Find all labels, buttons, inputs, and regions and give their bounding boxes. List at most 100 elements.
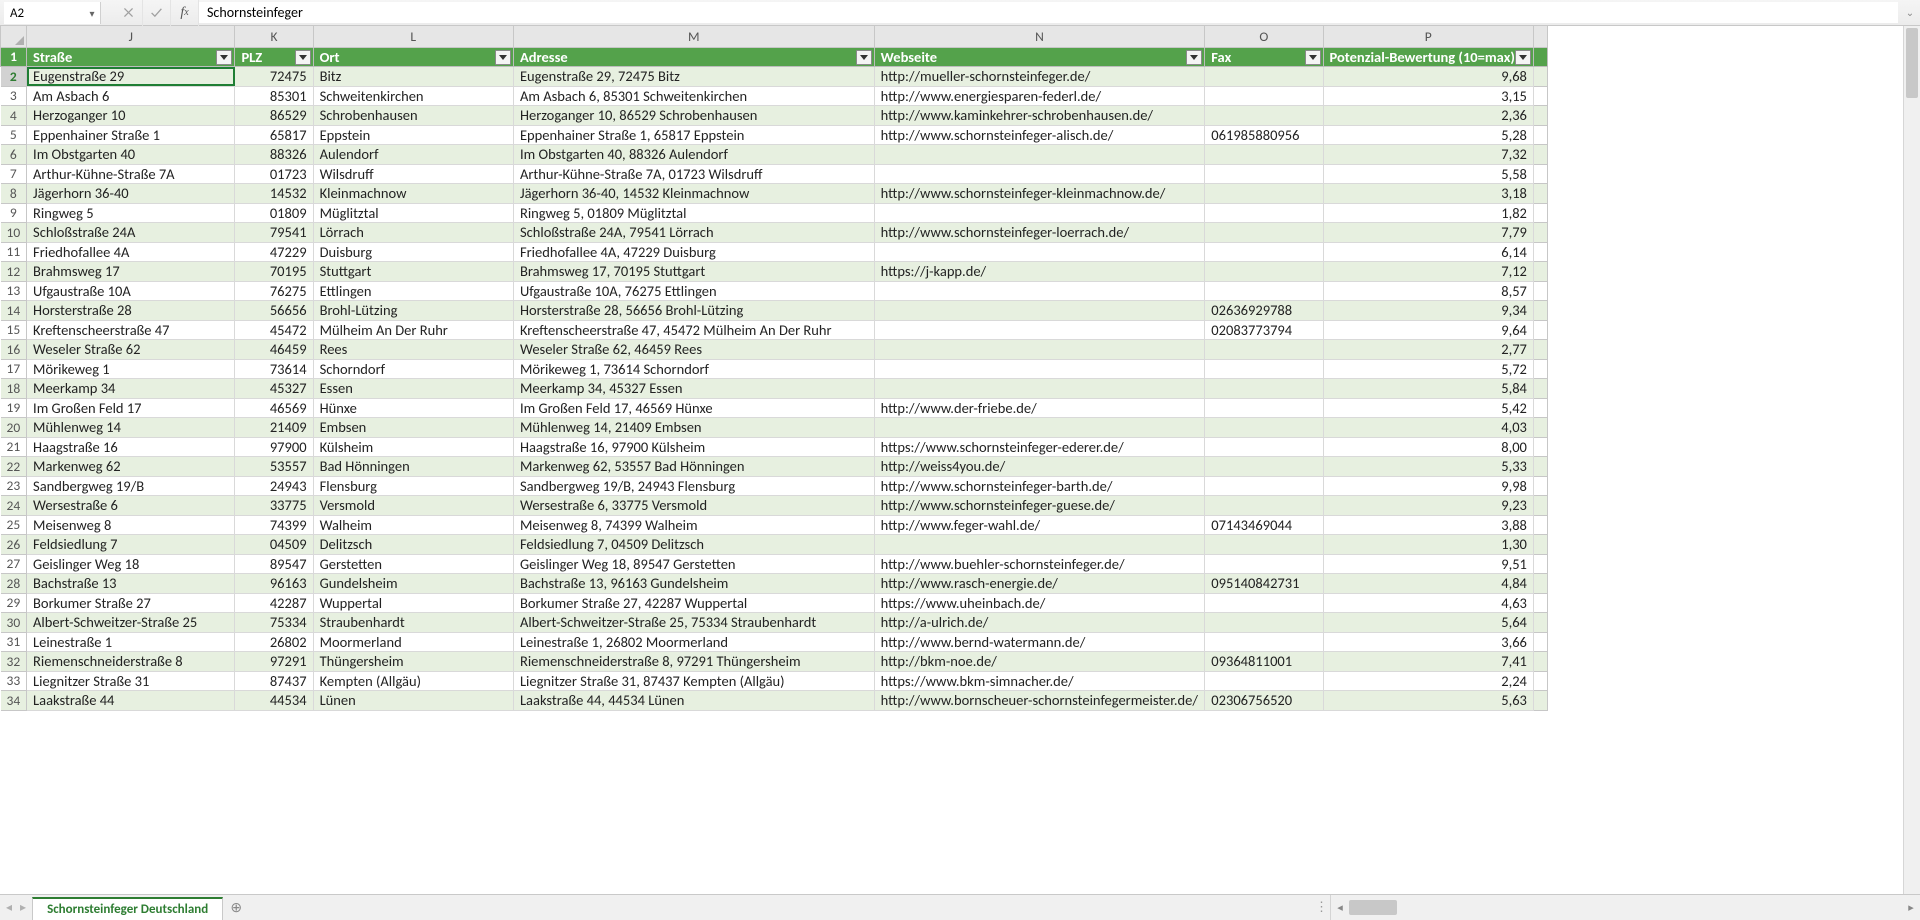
row-header-13[interactable]: 13: [1, 281, 27, 301]
cell-ort[interactable]: Brohl-Lützing: [313, 301, 513, 321]
cell-webseite[interactable]: http://www.energiesparen-federl.de/: [874, 86, 1205, 106]
cell-plz[interactable]: 65817: [235, 125, 313, 145]
table-row[interactable]: 29Borkumer Straße 2742287WuppertalBorkum…: [1, 593, 1548, 613]
cell-ort[interactable]: Bad Hönningen: [313, 457, 513, 477]
hscroll-right[interactable]: ▸: [1902, 895, 1920, 920]
filter-button-K[interactable]: [295, 50, 311, 65]
table-row[interactable]: 25Meisenweg 874399WalheimMeisenweg 8, 74…: [1, 515, 1548, 535]
table-row[interactable]: 31Leinestraße 126802MoormerlandLeinestra…: [1, 632, 1548, 652]
hscroll-thumb[interactable]: [1349, 900, 1397, 915]
cell-strasse[interactable]: Meisenweg 8: [27, 515, 235, 535]
cell-plz[interactable]: 76275: [235, 281, 313, 301]
cell-ort[interactable]: Walheim: [313, 515, 513, 535]
cell-fax[interactable]: 061985880956: [1205, 125, 1323, 145]
table-row[interactable]: 26Feldsiedlung 704509DelitzschFeldsiedlu…: [1, 535, 1548, 555]
cell-webseite[interactable]: [874, 281, 1205, 301]
row-header-26[interactable]: 26: [1, 535, 27, 555]
cell-fax[interactable]: [1205, 379, 1323, 399]
expand-formula-bar[interactable]: ⌄: [1900, 0, 1920, 25]
cell-adresse[interactable]: Markenweg 62, 53557 Bad Hönningen: [513, 457, 874, 477]
cell-strasse[interactable]: Geislinger Weg 18: [27, 554, 235, 574]
cell-ort[interactable]: Kempten (Allgäu): [313, 671, 513, 691]
row-header-31[interactable]: 31: [1, 632, 27, 652]
cell-potenzial[interactable]: 4,03: [1323, 418, 1533, 438]
hscroll-track[interactable]: [1349, 900, 1902, 915]
cell-ort[interactable]: Thüngersheim: [313, 652, 513, 672]
row-header-12[interactable]: 12: [1, 262, 27, 282]
cell-strasse[interactable]: Herzoganger 10: [27, 106, 235, 126]
cell-strasse[interactable]: Albert-Schweitzer-Straße 25: [27, 613, 235, 633]
table-row[interactable]: 20Mühlenweg 1421409EmbsenMühlenweg 14, 2…: [1, 418, 1548, 438]
cell-ort[interactable]: Straubenhardt: [313, 613, 513, 633]
column-header-P[interactable]: P: [1323, 26, 1533, 47]
cell-webseite[interactable]: https://www.uheinbach.de/: [874, 593, 1205, 613]
cell-webseite[interactable]: http://mueller-schornsteinfeger.de/: [874, 67, 1205, 87]
cell-adresse[interactable]: Wersestraße 6, 33775 Versmold: [513, 496, 874, 516]
cell-potenzial[interactable]: 7,79: [1323, 223, 1533, 243]
tab-nav-prev[interactable]: ◂: [6, 900, 12, 915]
table-row[interactable]: 32Riemenschneiderstraße 897291Thüngershe…: [1, 652, 1548, 672]
cell-fax[interactable]: [1205, 418, 1323, 438]
table-row[interactable]: 11Friedhofallee 4A47229DuisburgFriedhofa…: [1, 242, 1548, 262]
cell-strasse[interactable]: Arthur-Kühne-Straße 7A: [27, 164, 235, 184]
cell-plz[interactable]: 14532: [235, 184, 313, 204]
table-row[interactable]: 4Herzoganger 1086529SchrobenhausenHerzog…: [1, 106, 1548, 126]
cell-ort[interactable]: Duisburg: [313, 242, 513, 262]
cell-plz[interactable]: 96163: [235, 574, 313, 594]
cell-potenzial[interactable]: 9,34: [1323, 301, 1533, 321]
tab-nav-next[interactable]: ▸: [20, 900, 26, 915]
cancel-formula-button[interactable]: [115, 0, 143, 26]
cell-fax[interactable]: [1205, 613, 1323, 633]
row-header-5[interactable]: 5: [1, 125, 27, 145]
table-row[interactable]: 6Im Obstgarten 4088326AulendorfIm Obstga…: [1, 145, 1548, 165]
cell-ort[interactable]: Wilsdruff: [313, 164, 513, 184]
row-header-3[interactable]: 3: [1, 86, 27, 106]
cell-webseite[interactable]: http://www.bernd-watermann.de/: [874, 632, 1205, 652]
cell-strasse[interactable]: Wersestraße 6: [27, 496, 235, 516]
cell-adresse[interactable]: Leinestraße 1, 26802 Moormerland: [513, 632, 874, 652]
table-row[interactable]: 9Ringweg 501809MüglitztalRingweg 5, 0180…: [1, 203, 1548, 223]
cell-plz[interactable]: 45472: [235, 320, 313, 340]
cell-ort[interactable]: Moormerland: [313, 632, 513, 652]
cell-adresse[interactable]: Jägerhorn 36-40, 14532 Kleinmachnow: [513, 184, 874, 204]
cell-strasse[interactable]: Feldsiedlung 7: [27, 535, 235, 555]
cell-fax[interactable]: [1205, 671, 1323, 691]
cell-ort[interactable]: Gundelsheim: [313, 574, 513, 594]
cell-potenzial[interactable]: 5,64: [1323, 613, 1533, 633]
row-header-9[interactable]: 9: [1, 203, 27, 223]
cell-plz[interactable]: 70195: [235, 262, 313, 282]
filter-button-O[interactable]: [1305, 50, 1321, 65]
cell-ort[interactable]: Rees: [313, 340, 513, 360]
horizontal-scrollbar[interactable]: ◂ ▸: [1330, 895, 1920, 920]
cell-webseite[interactable]: [874, 320, 1205, 340]
cell-fax[interactable]: [1205, 67, 1323, 87]
column-header-L[interactable]: L: [313, 26, 513, 47]
cell-fax[interactable]: [1205, 476, 1323, 496]
cell-plz[interactable]: 04509: [235, 535, 313, 555]
insert-function-button[interactable]: fx: [171, 0, 199, 26]
row-header-4[interactable]: 4: [1, 106, 27, 126]
cell-potenzial[interactable]: 6,14: [1323, 242, 1533, 262]
cell-fax[interactable]: [1205, 145, 1323, 165]
cell-adresse[interactable]: Kreftenscheerstraße 47, 45472 Mülheim An…: [513, 320, 874, 340]
cell-plz[interactable]: 01809: [235, 203, 313, 223]
vertical-scroll-thumb[interactable]: [1906, 28, 1918, 98]
cell-webseite[interactable]: http://www.schornsteinfeger-barth.de/: [874, 476, 1205, 496]
row-header-29[interactable]: 29: [1, 593, 27, 613]
cell-webseite[interactable]: [874, 301, 1205, 321]
cell-potenzial[interactable]: 5,63: [1323, 691, 1533, 711]
cell-potenzial[interactable]: 1,82: [1323, 203, 1533, 223]
cell-strasse[interactable]: Kreftenscheerstraße 47: [27, 320, 235, 340]
cell-adresse[interactable]: Herzoganger 10, 86529 Schrobenhausen: [513, 106, 874, 126]
cell-strasse[interactable]: Am Asbach 6: [27, 86, 235, 106]
filter-button-M[interactable]: [856, 50, 872, 65]
cell-ort[interactable]: Bitz: [313, 67, 513, 87]
row-header-11[interactable]: 11: [1, 242, 27, 262]
filter-button-P[interactable]: [1515, 50, 1531, 65]
cell-strasse[interactable]: Markenweg 62: [27, 457, 235, 477]
cell-fax[interactable]: [1205, 164, 1323, 184]
cell-fax[interactable]: [1205, 86, 1323, 106]
table-row[interactable]: 23Sandbergweg 19/B24943FlensburgSandberg…: [1, 476, 1548, 496]
cell-strasse[interactable]: Ufgaustraße 10A: [27, 281, 235, 301]
table-row[interactable]: 19Im Großen Feld 1746569HünxeIm Großen F…: [1, 398, 1548, 418]
